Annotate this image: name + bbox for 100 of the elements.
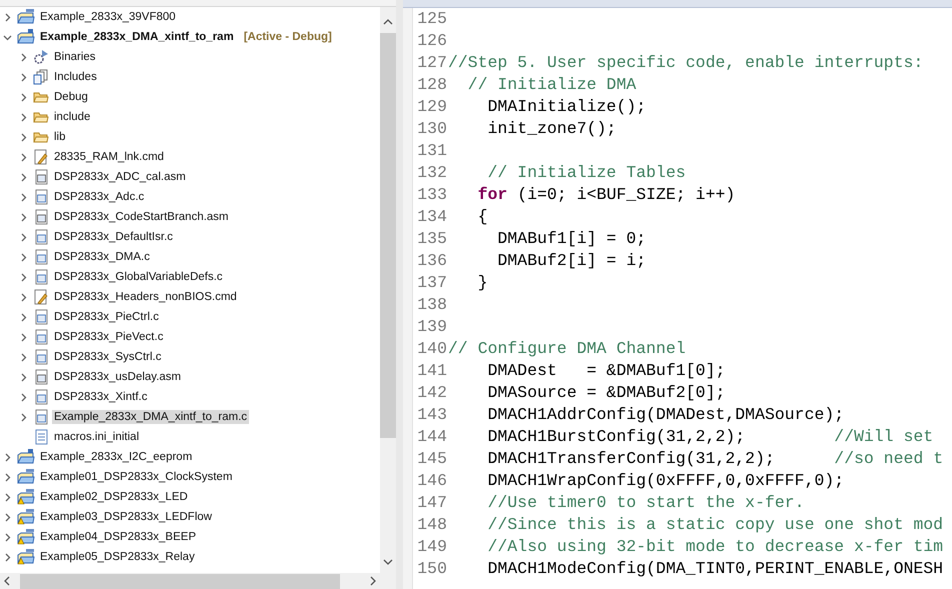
tree-item[interactable]: DSP2833x_DMA.c [52,250,152,264]
tree-item[interactable]: DSP2833x_Adc.c [52,190,146,204]
c-file-icon [33,389,49,405]
code-line: //Also using 32-bit mode to decrease x-fer tim [486,536,944,558]
expand-chevron-icon[interactable] [3,512,12,522]
binaries-icon [33,49,49,65]
project-folder-icon [17,9,35,25]
c-file-icon [33,189,49,205]
line-number: 128 [416,74,448,96]
c-file-icon [33,409,49,425]
c-file-icon [33,229,49,245]
tree-item[interactable]: DSP2833x_SysCtrl.c [52,350,164,364]
expand-chevron-icon[interactable] [19,352,28,362]
expand-chevron-icon[interactable] [19,412,28,422]
tree-item[interactable]: DSP2833x_PieCtrl.c [52,310,161,324]
tree-item[interactable]: include [52,110,92,124]
tree-item[interactable]: Includes [52,70,99,84]
line-number: 144 [416,426,448,448]
tree-item[interactable]: DSP2833x_Headers_nonBIOS.cmd [52,290,239,304]
code-line: //Use timer0 to start the x-fer. [486,492,804,514]
horizontal-scrollbar[interactable] [0,573,380,589]
line-number: 140 [416,338,448,360]
linker-file-icon [33,149,49,165]
expand-chevron-icon[interactable] [3,492,12,502]
expand-chevron-icon[interactable] [3,12,12,22]
scroll-down-icon[interactable] [383,557,393,567]
c-file-icon [33,349,49,365]
tree-item[interactable]: lib [52,130,68,144]
tree-item[interactable]: Debug [52,90,90,104]
expand-chevron-icon[interactable] [19,152,28,162]
line-number: 131 [416,140,448,162]
expand-chevron-icon[interactable] [19,92,28,102]
code-line: DMACH1TransferConfig(31,2,2); //so need t [486,448,944,470]
expand-chevron-icon[interactable] [3,532,12,542]
tree-item[interactable]: Example03_DSP2833x_LEDFlow [38,510,214,524]
includes-icon [33,69,49,85]
code-line: DMADest = &DMABuf1[0]; [486,360,726,382]
tree-item[interactable]: Example02_DSP2833x_LED [38,490,190,504]
expand-chevron-icon[interactable] [19,252,28,262]
tree-item[interactable]: DSP2833x_Xintf.c [52,390,150,404]
tree-item[interactable]: DSP2833x_PieVect.c [52,330,166,344]
line-number: 135 [416,228,448,250]
tree-item[interactable]: macros.ini_initial [52,430,142,444]
tree-item[interactable]: 28335_RAM_lnk.cmd [52,150,166,164]
folder-icon [33,130,49,144]
code-line: DMACH1AddrConfig(DMADest,DMASource); [486,404,844,426]
tree-item[interactable]: DSP2833x_usDelay.asm [52,370,183,384]
expand-chevron-icon[interactable] [19,132,28,142]
tree-item[interactable]: Example_2833x_DMA_xintf_to_ram [38,30,236,44]
code-line: DMACH1ModeConfig(DMA_TINT0,PERINT_ENABLE,ONESH [486,558,944,580]
line-number: 150 [416,558,448,580]
tree-item[interactable]: Example_2833x_I2C_eeprom [38,450,194,464]
line-number: 125 [416,8,448,30]
expand-chevron-icon[interactable] [3,452,12,462]
tree-item[interactable]: Example01_DSP2833x_ClockSystem [38,470,234,484]
tree-item[interactable]: Example05_DSP2833x_Relay [38,550,197,564]
expand-chevron-icon[interactable] [19,52,28,62]
expand-chevron-icon[interactable] [19,292,28,302]
line-number: 138 [416,294,448,316]
expand-chevron-icon[interactable] [19,72,28,82]
c-file-icon [33,309,49,325]
expand-chevron-icon[interactable] [19,312,28,322]
tree-item[interactable]: DSP2833x_DefaultIsr.c [52,230,175,244]
expand-chevron-icon[interactable] [3,552,12,562]
line-number: 127 [416,52,448,74]
code-line: DMASource = &DMABuf2[0]; [486,382,726,404]
vertical-scrollbar[interactable] [380,7,396,573]
expand-chevron-icon[interactable] [19,172,28,182]
expand-chevron-icon[interactable] [19,332,28,342]
tree-item[interactable]: Binaries [52,50,98,64]
code-line: // Configure DMA Channel [448,338,686,360]
c-file-icon [33,269,49,285]
linker-file-icon [33,289,49,305]
expand-chevron-icon[interactable] [19,392,28,402]
active-config-label: [Active - Debug] [244,31,332,43]
expand-chevron-icon[interactable] [19,112,28,122]
scroll-left-icon[interactable] [2,576,12,586]
tree-item[interactable]: Example_2833x_39VF800 [38,10,178,24]
asm-file-icon [33,369,49,385]
tree-item[interactable]: Example04_DSP2833x_BEEP [38,530,198,544]
collapse-chevron-icon[interactable] [3,32,12,42]
scroll-right-icon[interactable] [368,576,378,586]
scroll-up-icon[interactable] [383,17,393,27]
expand-chevron-icon[interactable] [19,372,28,382]
code-line: //Step 5. User specific code, enable interrupts: [448,52,924,74]
tree-item[interactable]: DSP2833x_GlobalVariableDefs.c [52,270,225,284]
code-line: // Initialize Tables [486,162,686,184]
text-file-icon [33,429,49,445]
tree-item[interactable]: DSP2833x_CodeStartBranch.asm [52,210,231,224]
expand-chevron-icon[interactable] [19,192,28,202]
expand-chevron-icon[interactable] [3,472,12,482]
code-line: DMACH1BurstConfig(31,2,2); //Will set [486,426,934,448]
code-line: DMACH1WrapConfig(0xFFFF,0,0xFFFF,0); [486,470,844,492]
tree-item[interactable]: Example_2833x_DMA_xintf_to_ram.c [52,410,250,424]
line-number: 148 [416,514,448,536]
tree-item[interactable]: DSP2833x_ADC_cal.asm [52,170,188,184]
expand-chevron-icon[interactable] [19,212,28,222]
code-line: DMAInitialize(); [486,96,646,118]
expand-chevron-icon[interactable] [19,232,28,242]
expand-chevron-icon[interactable] [19,272,28,282]
